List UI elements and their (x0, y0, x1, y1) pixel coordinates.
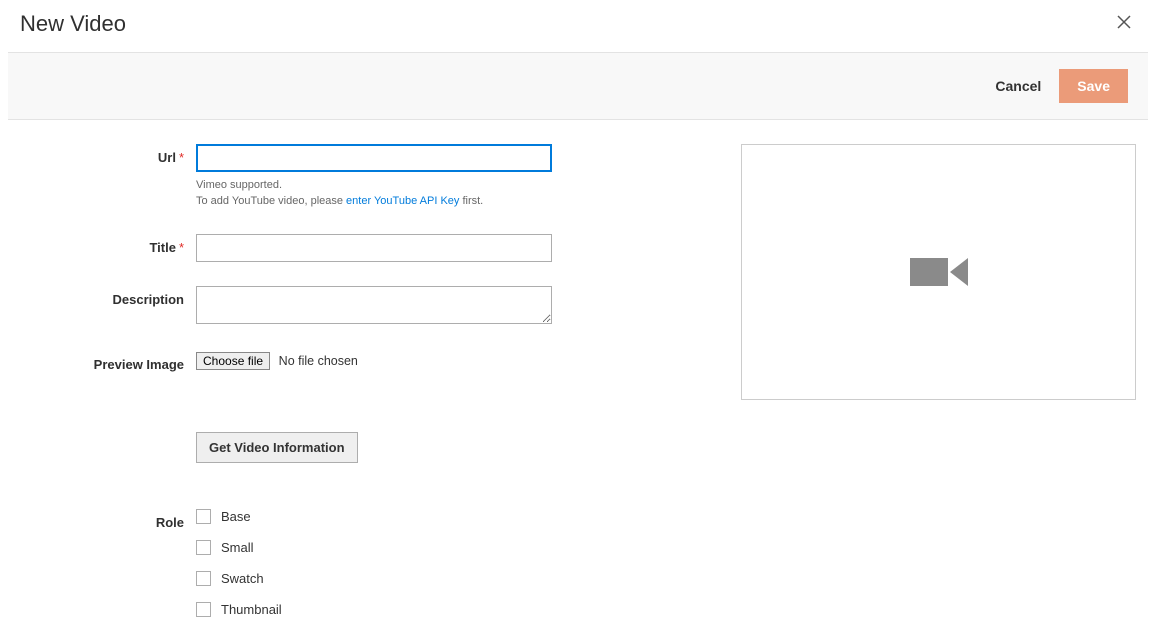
save-button[interactable]: Save (1059, 69, 1128, 103)
title-label: Title* (20, 234, 196, 255)
cancel-button[interactable]: Cancel (995, 78, 1041, 94)
checkbox-icon (196, 602, 211, 617)
role-option-swatch[interactable]: Swatch (196, 571, 282, 586)
close-button[interactable] (1112, 10, 1136, 38)
role-label: Role (20, 509, 196, 530)
url-label: Url* (20, 144, 196, 165)
checkbox-icon (196, 540, 211, 555)
role-option-label: Small (221, 540, 254, 555)
role-option-thumbnail[interactable]: Thumbnail (196, 602, 282, 617)
role-option-label: Swatch (221, 571, 264, 586)
title-input[interactable] (196, 234, 552, 262)
url-help-text: Vimeo supported. To add YouTube video, p… (196, 178, 552, 210)
role-option-small[interactable]: Small (196, 540, 282, 555)
youtube-api-key-link[interactable]: enter YouTube API Key (346, 195, 459, 207)
video-camera-icon (910, 258, 968, 286)
checkbox-icon (196, 509, 211, 524)
choose-file-button[interactable]: Choose file (196, 352, 270, 370)
url-input[interactable] (196, 144, 552, 172)
modal-title: New Video (20, 11, 126, 37)
checkbox-icon (196, 571, 211, 586)
action-bar: Cancel Save (8, 52, 1148, 120)
file-chosen-status: No file chosen (279, 354, 358, 368)
get-video-information-button[interactable]: Get Video Information (196, 432, 358, 463)
video-preview-placeholder (741, 144, 1136, 400)
role-option-base[interactable]: Base (196, 509, 282, 524)
close-icon (1116, 14, 1132, 30)
role-option-label: Base (221, 509, 251, 524)
description-label: Description (20, 286, 196, 307)
description-textarea[interactable] (196, 286, 552, 324)
preview-image-label: Preview Image (20, 351, 196, 372)
role-option-label: Thumbnail (221, 602, 282, 617)
